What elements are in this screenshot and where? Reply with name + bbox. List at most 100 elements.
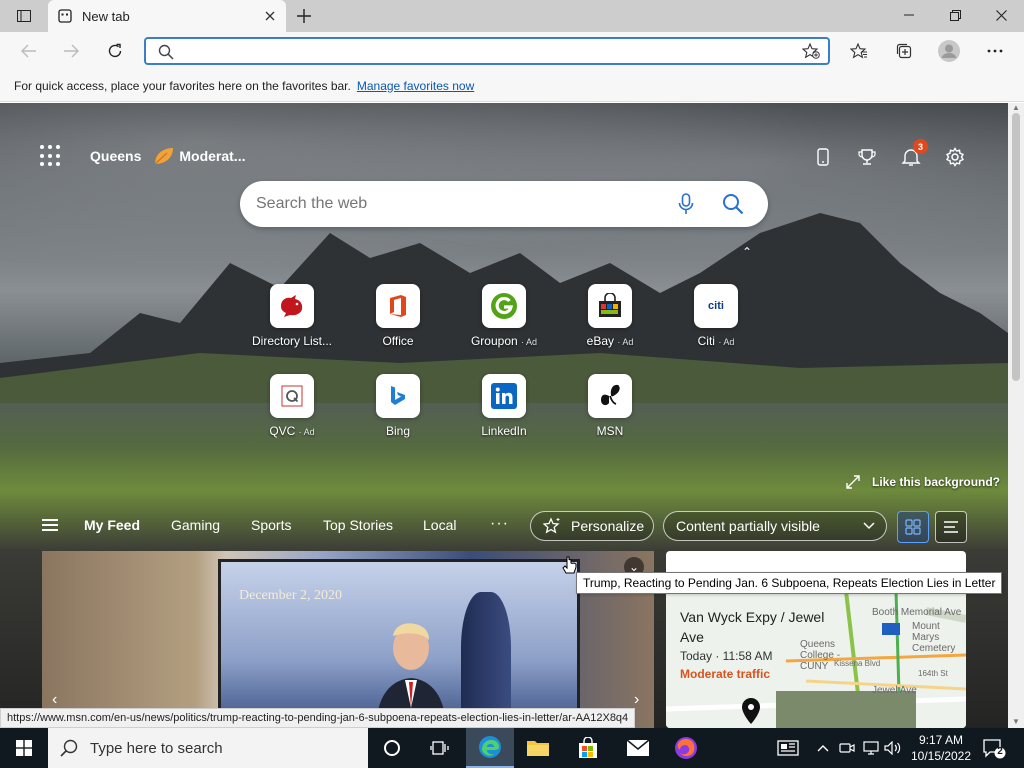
close-icon xyxy=(995,9,1007,21)
tile-citi-logo: citi xyxy=(694,284,738,328)
tile-directory[interactable]: Directory List... xyxy=(246,284,338,348)
taskbar-mail[interactable] xyxy=(614,728,662,768)
qvc-logo-icon xyxy=(281,385,303,407)
tile-linkedin[interactable]: LinkedIn xyxy=(458,374,550,438)
address-bar[interactable] xyxy=(144,37,830,65)
tab-actions-button[interactable] xyxy=(8,5,40,27)
phone-button[interactable] xyxy=(810,145,836,169)
taskbar-store[interactable] xyxy=(564,728,612,768)
app-launcher-button[interactable] xyxy=(40,145,62,167)
tab-my-feed[interactable]: My Feed xyxy=(84,517,140,533)
add-favorite-icon[interactable] xyxy=(802,43,820,59)
taskbar-file-explorer[interactable] xyxy=(514,728,562,768)
tab-sports[interactable]: Sports xyxy=(251,517,291,533)
clock-time: 9:17 AM xyxy=(918,733,964,747)
scroll-up-arrow-icon[interactable]: ▲ xyxy=(1012,103,1020,112)
refresh-button[interactable] xyxy=(100,36,130,66)
back-button[interactable] xyxy=(14,36,44,66)
personalize-button[interactable]: Personalize xyxy=(530,511,654,541)
tile-label: Bing xyxy=(385,424,411,438)
weather-status[interactable]: Moderat... xyxy=(179,148,245,164)
tray-overflow-button[interactable] xyxy=(814,740,832,756)
close-window-button[interactable] xyxy=(978,0,1024,30)
taskbar-edge[interactable] xyxy=(466,728,514,768)
task-view-button[interactable] xyxy=(416,728,464,768)
linkedin-logo-icon xyxy=(491,383,517,409)
web-search-input[interactable] xyxy=(256,193,656,215)
favorites-star-icon xyxy=(850,43,867,59)
collections-button[interactable] xyxy=(889,36,919,66)
carousel-prev-button[interactable]: ‹ xyxy=(52,691,57,709)
new-tab-button[interactable] xyxy=(292,5,316,27)
red-bull-logo-icon xyxy=(281,295,303,317)
microphone-icon[interactable] xyxy=(678,193,694,215)
sparkle-star-icon xyxy=(543,517,560,534)
content-visibility-value: Content partially visible xyxy=(676,518,820,534)
tile-office[interactable]: Office xyxy=(352,284,444,348)
tab-actions-icon xyxy=(17,10,31,22)
tile-bing[interactable]: Bing xyxy=(352,374,444,438)
list-layout-button[interactable] xyxy=(935,511,967,543)
map-label: Jewel Ave xyxy=(872,685,917,696)
news-image-date: December 2, 2020 xyxy=(239,588,343,603)
tile-groupon[interactable]: Groupon · Ad xyxy=(458,284,550,348)
tab-top-stories[interactable]: Top Stories xyxy=(323,517,393,533)
favorites-bar: For quick access, place your favorites h… xyxy=(0,70,1024,102)
tile-citi[interactable]: citi Citi · Ad xyxy=(670,284,762,348)
profile-button[interactable] xyxy=(934,36,964,66)
shopping-bag-icon xyxy=(599,293,621,317)
taskbar: Type here to search 9:17 AM 10/15/2022 2 xyxy=(0,728,1024,768)
avatar-icon xyxy=(938,40,960,62)
news-card[interactable]: December 2, 2020 ‹ › ⌄ xyxy=(42,551,654,728)
tray-network[interactable] xyxy=(862,740,880,756)
weather-location[interactable]: Queens xyxy=(90,148,141,164)
browser-window: New tab For quick access, place your fav… xyxy=(0,0,1024,728)
rewards-button[interactable] xyxy=(854,145,880,169)
search-icon[interactable] xyxy=(722,193,744,215)
like-background-button[interactable]: Like this background? xyxy=(846,475,1000,489)
tile-msn-logo xyxy=(588,374,632,418)
action-center-button[interactable]: 2 xyxy=(982,738,1006,765)
page-scrollbar[interactable]: ▲ ▼ xyxy=(1008,103,1024,728)
scrollbar-thumb[interactable] xyxy=(1012,113,1020,381)
taskbar-search-box[interactable]: Type here to search xyxy=(48,728,368,768)
web-search-box[interactable] xyxy=(240,181,768,227)
tile-msn[interactable]: MSN xyxy=(564,374,656,438)
news-image-screen: December 2, 2020 xyxy=(218,559,580,728)
page-settings-button[interactable] xyxy=(942,145,968,169)
tab-close-button[interactable] xyxy=(262,8,278,24)
tray-meet-now[interactable] xyxy=(838,740,856,756)
start-button[interactable] xyxy=(0,728,48,768)
tile-directory-logo xyxy=(270,284,314,328)
tile-qvc[interactable]: QVC · Ad xyxy=(246,374,338,438)
notifications-button[interactable]: 3 xyxy=(898,139,928,169)
tab-gaming[interactable]: Gaming xyxy=(171,517,220,533)
grid-layout-button[interactable] xyxy=(897,511,929,543)
tray-news-widget[interactable] xyxy=(776,740,800,756)
mail-envelope-icon xyxy=(626,739,650,756)
notifications-badge: 3 xyxy=(913,139,928,154)
taskbar-clock[interactable]: 9:17 AM 10/15/2022 xyxy=(908,732,974,764)
minimize-button[interactable] xyxy=(886,0,932,30)
settings-more-button[interactable] xyxy=(980,36,1010,66)
restore-icon xyxy=(949,9,961,21)
tile-label: Citi · Ad xyxy=(697,334,735,348)
carousel-next-button[interactable]: › xyxy=(634,691,639,709)
forward-button[interactable] xyxy=(56,36,86,66)
feed-more-button[interactable]: ··· xyxy=(490,515,509,533)
feed-menu-button[interactable] xyxy=(42,519,58,531)
taskbar-firefox[interactable] xyxy=(662,728,710,768)
tile-ebay[interactable]: eBay · Ad xyxy=(564,284,656,348)
favorites-button[interactable] xyxy=(844,36,874,66)
restore-button[interactable] xyxy=(932,0,978,30)
address-input[interactable] xyxy=(182,41,782,61)
scroll-down-arrow-icon[interactable]: ▼ xyxy=(1012,717,1020,726)
manage-favorites-link[interactable]: Manage favorites now xyxy=(357,79,474,93)
tab-new-tab[interactable]: New tab xyxy=(48,0,286,32)
cortana-button[interactable] xyxy=(368,728,416,768)
tab-local[interactable]: Local xyxy=(423,517,456,533)
collapse-tiles-chevron-icon[interactable]: ⌃ xyxy=(742,245,752,259)
map-label: 164th St xyxy=(918,669,948,678)
tray-volume[interactable] xyxy=(884,740,902,756)
content-visibility-dropdown[interactable]: Content partially visible xyxy=(663,511,887,541)
